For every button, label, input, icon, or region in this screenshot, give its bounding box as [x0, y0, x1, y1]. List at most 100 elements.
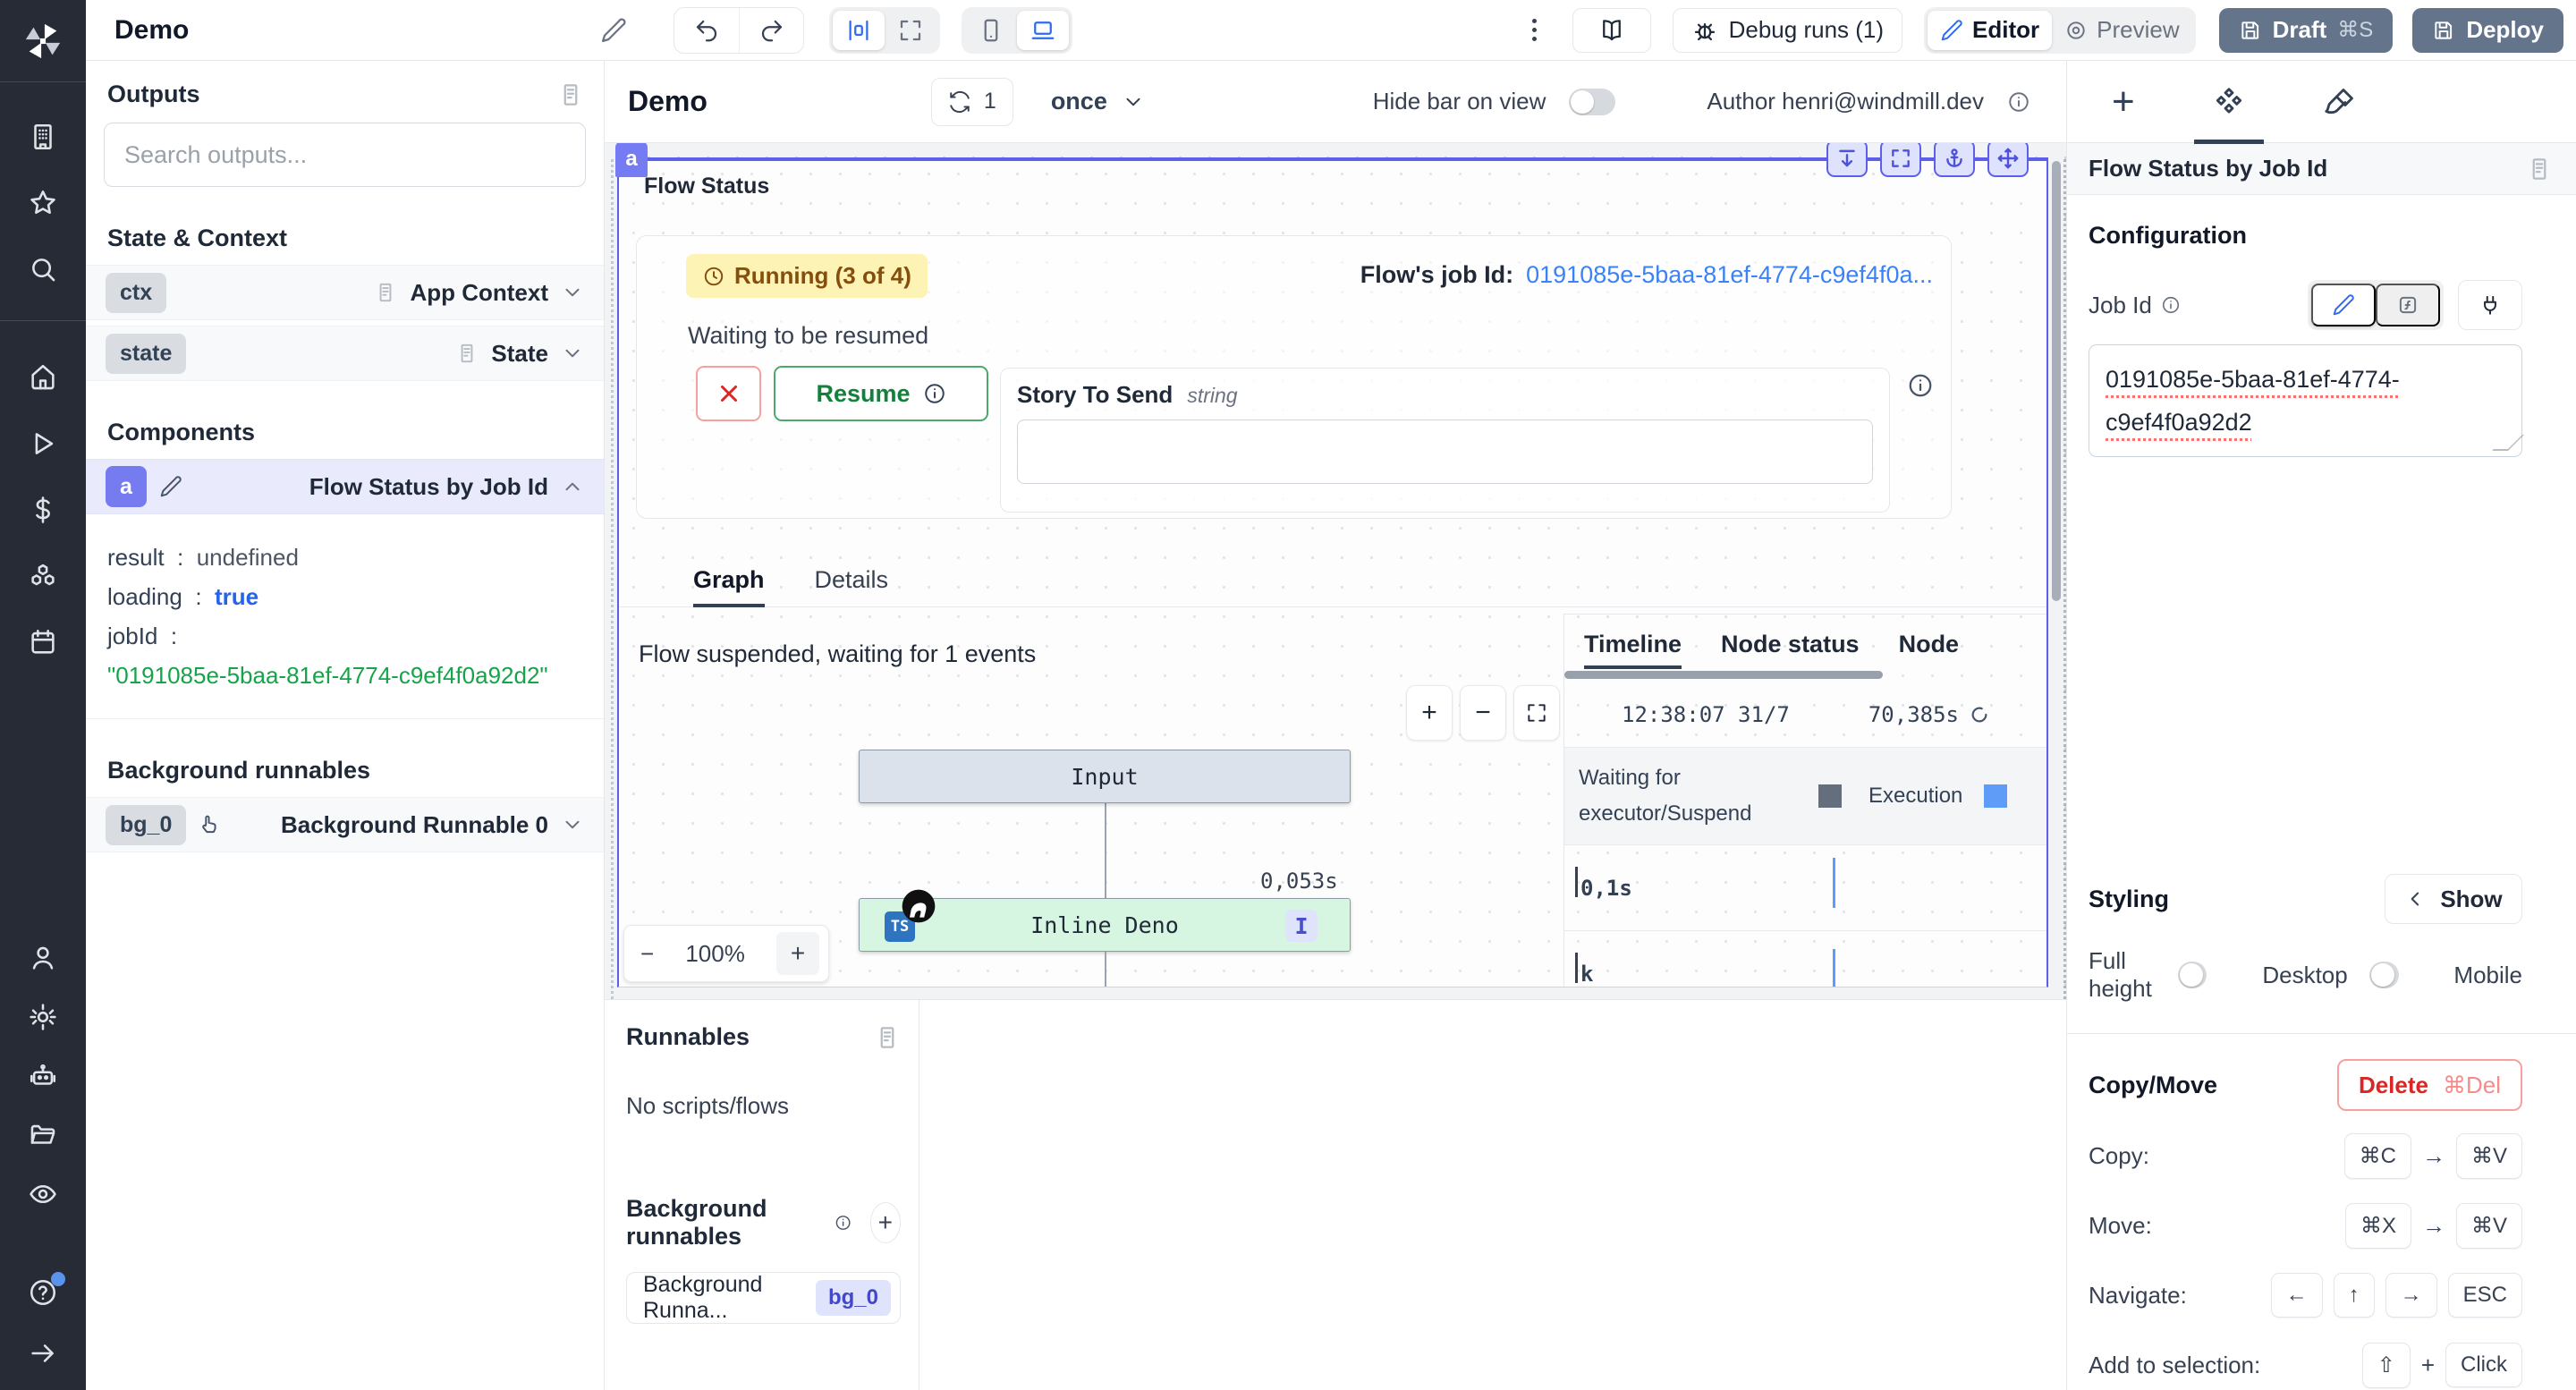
graph-zoom-out-button[interactable]: − [1460, 685, 1506, 741]
preview-tab[interactable]: Preview [2052, 11, 2191, 50]
resume-button[interactable]: Resume [774, 366, 988, 421]
full-layout-button[interactable] [885, 11, 936, 50]
add-background-runnable-button[interactable]: + [870, 1202, 902, 1243]
full-height-toggle[interactable] [2178, 962, 2207, 988]
tab-styling[interactable] [2312, 61, 2368, 142]
app-canvas[interactable]: a Flow Status Ru [605, 143, 2066, 999]
ctx-row[interactable]: ctx App Context [86, 265, 604, 320]
nav-variables-button[interactable] [28, 495, 58, 525]
refresh-icon [948, 90, 971, 114]
debug-runs-button[interactable]: Debug runs (1) [1673, 8, 1902, 53]
connect-input-button[interactable] [2458, 280, 2522, 330]
flow-graph[interactable]: Flow suspended, waiting for 1 events + −… [619, 608, 1563, 987]
graph-edge [1105, 952, 1106, 987]
nav-audit-button[interactable] [28, 1179, 58, 1209]
nav-workers-button[interactable] [28, 1061, 58, 1091]
state-row[interactable]: state State [86, 326, 604, 381]
delete-component-button[interactable]: Delete ⌘Del [2337, 1059, 2522, 1111]
component-fill-height-button[interactable] [1826, 143, 1868, 177]
canvas-app-title: Demo [628, 85, 708, 118]
draft-button[interactable]: Draft ⌘S [2219, 8, 2394, 53]
tab-insert-component[interactable]: + [2101, 61, 2146, 142]
editor-pencil-icon [1940, 19, 1963, 42]
tab-node-definition[interactable]: Node [1899, 631, 1960, 669]
windmill-logo[interactable] [0, 0, 86, 82]
graph-fullscreen-button[interactable] [1513, 685, 1560, 741]
cancel-flow-button[interactable] [696, 366, 761, 421]
nav-collapse-button[interactable] [28, 1338, 58, 1369]
nav-apps-button[interactable] [28, 122, 58, 152]
chevron-up-icon[interactable] [561, 475, 584, 498]
canvas-header: Demo 1 once Hide bar on view Author henr… [605, 61, 2066, 143]
mobile-view-button[interactable] [965, 11, 1017, 50]
component-move-button[interactable] [1987, 143, 2029, 177]
resize-grip-icon[interactable] [2492, 435, 2524, 451]
undo-button[interactable] [674, 8, 739, 53]
component-id-tag[interactable]: a [615, 143, 648, 177]
background-runnable-item[interactable]: Background Runna... bg_0 [626, 1272, 901, 1324]
background-runnable-row[interactable]: bg_0 Background Runnable 0 [86, 797, 604, 852]
more-menu-button[interactable] [1532, 19, 1537, 41]
zoom-plus[interactable]: + [776, 932, 819, 975]
timeline-hscrollbar[interactable] [1564, 671, 2046, 679]
pencil-icon[interactable] [159, 475, 182, 498]
nav-search-button[interactable] [28, 254, 58, 284]
chevron-down-icon[interactable] [561, 813, 584, 836]
input-node[interactable]: Input [859, 750, 1351, 803]
nav-runs-button[interactable] [28, 428, 58, 459]
docs-button[interactable] [1572, 8, 1651, 53]
job-id-input[interactable]: 0191085e-5baa-81ef-4774- c9ef4f0a92d2 [2089, 344, 2522, 457]
centered-layout-button[interactable] [833, 11, 885, 50]
nav-help-button[interactable] [28, 1277, 58, 1308]
component-fullscreen-button[interactable] [1880, 143, 1921, 177]
tab-component-settings[interactable] [2201, 61, 2257, 142]
tab-node-status[interactable]: Node status [1721, 631, 1860, 669]
info-icon[interactable] [835, 1211, 852, 1234]
hide-bar-toggle[interactable] [1569, 89, 1615, 115]
panel-doc-icon[interactable] [2526, 156, 2553, 182]
desktop-toggle[interactable] [2369, 962, 2399, 988]
story-textarea[interactable] [1017, 420, 1873, 484]
nav-home-button[interactable] [28, 362, 58, 393]
graph-zoom-in-button[interactable]: + [1406, 685, 1453, 741]
canvas-scrollbar[interactable] [2052, 161, 2061, 601]
info-icon[interactable] [2161, 295, 2181, 315]
static-input-button[interactable] [2311, 284, 2376, 326]
editor-tab[interactable]: Editor [1928, 11, 2052, 50]
bg-runnables-heading: Background runnables [626, 1195, 820, 1250]
nav-favorites-button[interactable] [28, 188, 58, 218]
panel-doc-icon[interactable] [557, 81, 584, 108]
nav-resources-button[interactable] [28, 561, 58, 591]
refresh-counter[interactable]: 1 [931, 78, 1013, 126]
desktop-view-button[interactable] [1017, 11, 1069, 50]
info-icon[interactable] [1907, 372, 1934, 399]
nav-schedules-button[interactable] [28, 627, 58, 657]
expression-input-button[interactable] [2376, 284, 2440, 326]
flow-status-component[interactable]: a Flow Status Ru [617, 159, 2048, 987]
redo-button[interactable] [739, 8, 803, 53]
inline-deno-node[interactable]: TS Inline Deno I [859, 898, 1351, 952]
nav-settings-button[interactable] [28, 1002, 58, 1032]
search-outputs-input[interactable] [104, 123, 586, 187]
component-anchor-button[interactable] [1934, 143, 1975, 177]
chevron-down-icon [1122, 90, 1145, 114]
show-styling-button[interactable]: Show [2385, 874, 2522, 924]
panel-doc-icon[interactable] [874, 1024, 901, 1051]
tab-details[interactable]: Details [815, 566, 889, 606]
zoom-minus[interactable]: − [640, 940, 654, 968]
waiting-text: Waiting to be resumed [688, 322, 928, 350]
timeline-execution-tick [1833, 858, 1835, 908]
chevron-down-icon[interactable] [561, 342, 584, 365]
component-row-a[interactable]: a Flow Status by Job Id [86, 459, 604, 514]
chevron-down-icon[interactable] [561, 281, 584, 304]
flow-job-id-link[interactable]: 0191085e-5baa-81ef-4774-c9ef4f0a... [1526, 261, 1933, 289]
refresh-mode-select[interactable]: once [1051, 88, 1145, 115]
component-a-outputs: result : undefined loading : true jobId … [86, 520, 604, 719]
info-icon[interactable] [2007, 90, 2030, 114]
tab-graph[interactable]: Graph [693, 566, 765, 606]
nav-folders-button[interactable] [28, 1120, 58, 1150]
rename-app-button[interactable] [600, 17, 627, 44]
tab-timeline[interactable]: Timeline [1584, 631, 1682, 669]
nav-users-button[interactable] [28, 943, 58, 973]
deploy-button[interactable]: Deploy [2412, 8, 2563, 53]
